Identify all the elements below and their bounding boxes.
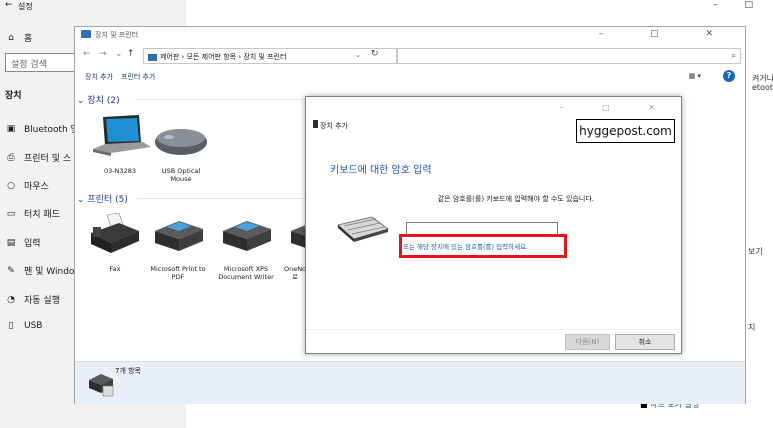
refresh-icon[interactable]: ↻: [371, 49, 379, 59]
add-printer-button[interactable]: 프린터 추가: [121, 72, 155, 82]
printer-icon: [155, 221, 203, 251]
printer-label: Microsoft Print to PDF: [150, 265, 206, 281]
control-panel-icon: [81, 30, 91, 38]
sidebar-item-label: 터치 패드: [24, 210, 60, 220]
device-mouse[interactable]: [151, 123, 211, 161]
printers-group-toggle[interactable]: ⌄ 프린터 (5): [77, 192, 128, 205]
sidebar-item-printers[interactable]: ⎙ 프린터 및 스: [6, 151, 72, 165]
pen-icon: ✎: [7, 265, 15, 276]
mouse-device-icon: [155, 129, 207, 155]
printer-icon: [223, 221, 271, 251]
sidebar-item-home[interactable]: ⌂ 홈: [6, 31, 33, 45]
printer-pdf[interactable]: [151, 217, 205, 255]
fax-icon: [91, 212, 139, 253]
bg-partial-text: 보기: [748, 247, 763, 256]
alternate-code-link[interactable]: 또는 해당 장치에 있는 암호를(를) 입력하세요.: [403, 241, 528, 251]
device-label: 03-N3283: [103, 167, 137, 175]
bluetooth-devices-icon: ▣: [6, 123, 16, 134]
command-bar: 장치 추가 프린터 추가 ▦ ▾ ?: [75, 69, 745, 87]
sidebar-item-mouse[interactable]: ○ 마우스: [6, 179, 49, 193]
section-title: 장치: [5, 91, 22, 101]
printer-status-icon: [87, 370, 115, 398]
back-arrow-icon[interactable]: ←: [5, 0, 13, 10]
sidebar-item-label: 입력: [24, 239, 41, 249]
printer-label: Microsoft XPS Document Writer: [218, 265, 274, 281]
sidebar-item-input[interactable]: ▤ 입력: [6, 236, 41, 250]
devices-group-toggle[interactable]: ⌄ 장치 (2): [77, 93, 120, 106]
settings-window-controls[interactable]: – □: [713, 0, 765, 10]
details-pane: 7개 항목: [75, 361, 745, 404]
keyboard-image: [336, 215, 390, 245]
sidebar-item-label: 홈: [24, 34, 33, 44]
item-count: 7개 항목: [115, 367, 141, 375]
home-icon: ⌂: [8, 32, 14, 43]
view-options-icon[interactable]: ▦ ▾: [689, 72, 701, 80]
help-icon[interactable]: ?: [723, 70, 735, 82]
sidebar-item-label: USB: [24, 321, 43, 331]
bg-partial-text: etooth: [752, 83, 773, 92]
printer-xps[interactable]: [219, 217, 273, 255]
add-device-dialog: – □ ✕ 장치 추가 hyggepost.com 키보드에 대한 암호 입력 …: [305, 96, 682, 354]
window-titlebar[interactable]: 장치 및 프린터 – □ ✕: [75, 27, 745, 43]
keyboard-icon: ▤: [6, 237, 16, 248]
printer-label: Fax: [109, 265, 121, 273]
touchpad-icon: ▭: [6, 208, 16, 219]
sidebar-item-bluetooth[interactable]: ▣ Bluetooth 및: [6, 122, 79, 136]
sidebar-item-label: Bluetooth 및: [24, 125, 79, 135]
sidebar-item-label: 마우스: [24, 182, 49, 192]
footer-divider: [306, 329, 681, 330]
mouse-icon: ○: [7, 180, 15, 191]
add-device-button[interactable]: 장치 추가: [85, 72, 113, 82]
control-panel-search-input[interactable]: ⌕: [397, 48, 741, 64]
next-button[interactable]: 다음(N): [565, 334, 610, 350]
back-icon[interactable]: ←: [83, 49, 91, 59]
address-row: ← → ⌄ ↑ 제어판 › 모든 제어판 항목 › 장치 및 프린터 ⌄ ↻ ⌕: [75, 46, 745, 66]
window-controls[interactable]: – □ ✕: [599, 29, 735, 39]
bg-partial-text: 지: [748, 323, 756, 332]
sidebar-item-pen[interactable]: ✎ 펜 및 Window: [6, 264, 82, 278]
usb-icon: ▯: [8, 321, 14, 331]
forward-icon[interactable]: →: [99, 49, 107, 59]
autoplay-icon: ◔: [7, 294, 15, 305]
window-title: 장치 및 프린터: [95, 31, 139, 39]
device-label: USB Optical Mouse: [161, 167, 201, 183]
printer-icon: ⎙: [7, 152, 15, 163]
group-title: 장치 (2): [87, 96, 120, 106]
dialog-description: 같은 암호를(를) 키보드에 입력해야 할 수도 있습니다.: [437, 195, 594, 203]
add-device-icon: [313, 120, 318, 128]
printer-fax[interactable]: [89, 212, 141, 255]
search-icon: ⌕: [731, 51, 736, 60]
group-title: 프린터 (5): [87, 195, 128, 205]
device-laptop[interactable]: [89, 113, 151, 161]
control-panel-icon: [148, 53, 157, 61]
sidebar-item-usb[interactable]: ▯ USB: [6, 321, 43, 331]
cancel-button[interactable]: 취소: [615, 334, 675, 350]
keyboard-icon: [337, 216, 389, 242]
sidebar-item-label: 자동 실행: [24, 296, 60, 306]
watermark-stamp: hyggepost.com: [576, 119, 675, 143]
sidebar-item-label: 프린터 및 스: [24, 154, 72, 164]
recent-dropdown-icon[interactable]: ⌄: [115, 49, 123, 59]
sidebar-item-touchpad[interactable]: ▭ 터치 패드: [6, 207, 60, 221]
up-arrow-icon[interactable]: ↑: [127, 49, 135, 59]
dialog-heading: 키보드에 대한 암호 입력: [330, 165, 432, 176]
address-path: 제어판 › 모든 제어판 항목 › 장치 및 프린터: [160, 53, 287, 61]
printer-label: OneNo 로: [283, 265, 307, 281]
address-dropdown-icon[interactable]: ⌄: [355, 51, 361, 59]
dialog-window-controls[interactable]: – □ ✕: [560, 103, 673, 112]
printer-icon: [291, 224, 307, 249]
sidebar-item-autoplay[interactable]: ◔ 자동 실행: [6, 293, 60, 307]
dialog-title: 장치 추가: [320, 122, 348, 130]
settings-title: 설정: [18, 2, 33, 11]
printer-onenote[interactable]: [287, 217, 307, 255]
laptop-icon: [93, 115, 151, 156]
